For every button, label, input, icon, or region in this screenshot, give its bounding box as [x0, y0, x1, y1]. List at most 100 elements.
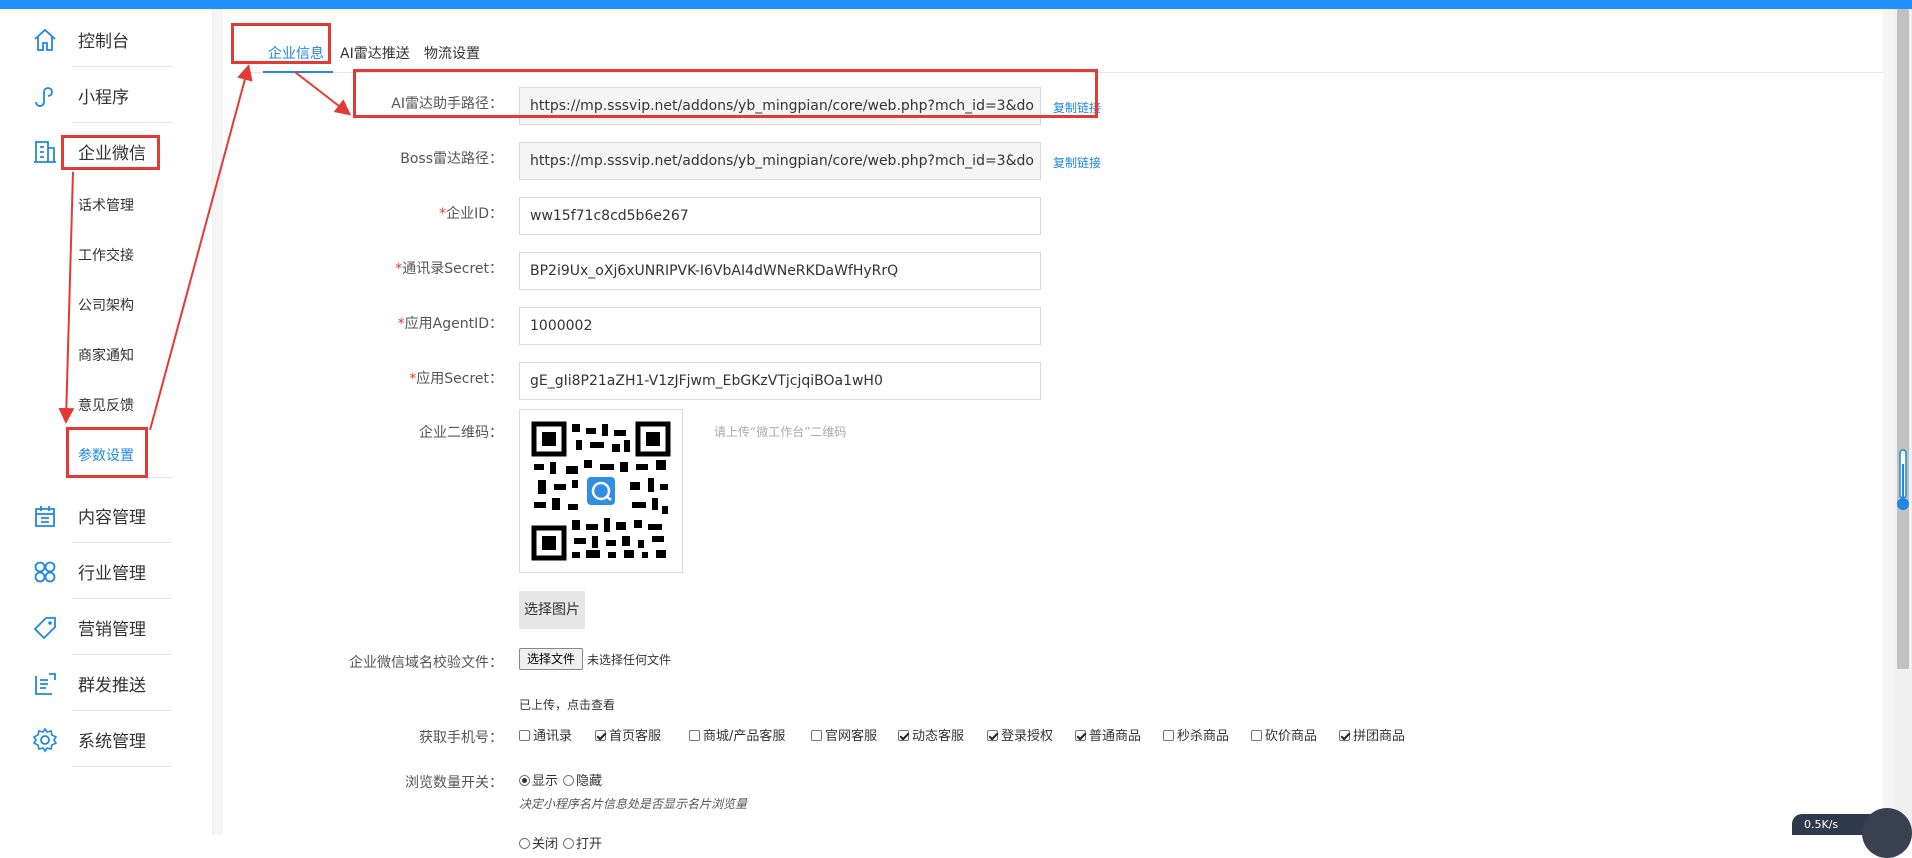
- sidebar-item-label: 小程序: [78, 88, 129, 108]
- main-area: 企业信息 AI雷达推送 物流设置 AI雷达助手路径： https://mp.ss…: [212, 9, 1912, 852]
- active-tab-indicator: [263, 71, 333, 73]
- radio-button[interactable]: [519, 838, 530, 849]
- checkbox-label: 砍价商品: [1265, 729, 1318, 744]
- sidebar-item-content[interactable]: 内容管理: [0, 487, 212, 543]
- sidebar-item-system[interactable]: 系统管理: [0, 711, 212, 767]
- checkbox-bargain[interactable]: 砍价商品: [1251, 725, 1318, 744]
- radio-show[interactable]: 显示: [519, 770, 558, 789]
- boss-radar-path-field[interactable]: https://mp.sssvip.net/addons/yb_mingpian…: [519, 142, 1041, 180]
- checkbox-label: 通讯录: [533, 729, 573, 744]
- required-mark: *: [397, 316, 405, 332]
- home-icon: [34, 28, 56, 51]
- tab-logistics[interactable]: 物流设置: [424, 43, 480, 63]
- checkbox[interactable]: [987, 730, 998, 741]
- tab-bar: 企业信息 AI雷达推送 物流设置: [243, 33, 1883, 73]
- ai-radar-path-field[interactable]: https://mp.sssvip.net/addons/yb_mingpian…: [519, 87, 1041, 125]
- corp-id-input[interactable]: ww15f71c8cd5b6e267: [519, 197, 1041, 235]
- sub-item-handover[interactable]: 工作交接: [78, 245, 178, 275]
- checkbox[interactable]: [1075, 730, 1086, 741]
- radio-on[interactable]: 打开: [563, 833, 602, 852]
- checkbox-login-auth[interactable]: 登录授权: [987, 725, 1054, 744]
- scrollbar-thumb[interactable]: [1897, 9, 1909, 669]
- sidebar-item-label: 群发推送: [78, 676, 146, 696]
- checkbox-label: 首页客服: [609, 729, 662, 744]
- sidebar-item-label: 系统管理: [78, 732, 146, 752]
- checkbox-label: 拼团商品: [1353, 729, 1406, 744]
- radio-button[interactable]: [563, 838, 574, 849]
- checkbox[interactable]: [689, 730, 700, 741]
- app-secret-input[interactable]: gE_gIi8P21aZH1-V1zJFjwm_EbGKzVTjcjqiBOa1…: [519, 362, 1041, 400]
- checkbox-label: 秒杀商品: [1177, 729, 1230, 744]
- sidebar-item-dashboard[interactable]: 控制台: [0, 11, 212, 67]
- contacts-secret-input[interactable]: BP2i9Ux_oXj6xUNRIPVK-I6VbAI4dWNeRKDaWfHy…: [519, 252, 1041, 290]
- checkbox[interactable]: [519, 730, 530, 741]
- checkbox-normal-goods[interactable]: 普通商品: [1075, 725, 1141, 744]
- sidebar-item-label: 控制台: [78, 32, 129, 52]
- radio-button[interactable]: [519, 775, 530, 786]
- corp-id-label-text: 企业ID：: [446, 206, 503, 222]
- sub-item-settings[interactable]: 参数设置: [78, 445, 178, 475]
- sub-item-scripts[interactable]: 话术管理: [78, 195, 178, 225]
- content-panel: 企业信息 AI雷达推送 物流设置 AI雷达助手路径： https://mp.ss…: [223, 9, 1883, 852]
- tab-ai-radar[interactable]: AI雷达推送: [340, 43, 410, 63]
- radio-button[interactable]: [563, 775, 574, 786]
- select-image-button[interactable]: 选择图片: [519, 591, 585, 629]
- agent-id-label: *应用AgentID：: [253, 313, 503, 333]
- checkbox[interactable]: [1163, 730, 1174, 741]
- sidebar-item-mini-program[interactable]: 小程序: [0, 67, 212, 123]
- view-count-label: 浏览数量开关：: [405, 775, 503, 791]
- radio-label: 关闭: [532, 837, 559, 852]
- copy-ai-radar-link[interactable]: 复制链接: [1053, 99, 1101, 116]
- top-bar: [0, 0, 1912, 9]
- network-speed-widget: 0.5K/s: [1792, 808, 1912, 858]
- sub-item-org[interactable]: 公司架构: [78, 295, 178, 325]
- sidebar-item-label: 内容管理: [78, 508, 146, 528]
- radio-off[interactable]: 关闭: [519, 833, 559, 852]
- gear-icon: [32, 727, 58, 753]
- sidebar-item-label: 营销管理: [78, 620, 146, 640]
- checkbox[interactable]: [595, 730, 606, 741]
- contacts-secret-label: *通讯录Secret：: [253, 258, 503, 278]
- sidebar-item-label: 企业微信: [78, 144, 146, 164]
- checkbox-contacts[interactable]: 通讯录: [519, 725, 573, 744]
- divider: [72, 477, 172, 478]
- building-icon: [34, 141, 56, 163]
- checkbox-label: 登录授权: [1001, 729, 1054, 744]
- checkbox-feed-service[interactable]: 动态客服: [898, 725, 965, 744]
- ai-radar-path-label: AI雷达助手路径：: [391, 96, 503, 112]
- sub-item-feedback[interactable]: 意见反馈: [78, 395, 178, 425]
- radio-label: 隐藏: [576, 774, 603, 789]
- speed-ball: [1862, 808, 1912, 858]
- radio-hide[interactable]: 隐藏: [563, 770, 603, 789]
- checkbox[interactable]: [811, 730, 822, 741]
- checkbox-site-service[interactable]: 官网客服: [811, 725, 877, 744]
- checkbox-flash-sale[interactable]: 秒杀商品: [1163, 725, 1230, 744]
- agent-id-input[interactable]: 1000002: [519, 307, 1041, 345]
- tab-company-info[interactable]: 企业信息: [268, 43, 324, 63]
- checkbox-label: 商城/产品客服: [703, 729, 786, 744]
- sidebar-item-marketing[interactable]: 营销管理: [0, 599, 212, 655]
- sidebar-item-label: 行业管理: [78, 564, 146, 584]
- checkbox-home-service[interactable]: 首页客服: [595, 725, 662, 744]
- calendar-icon: [35, 506, 55, 527]
- sub-item-notice[interactable]: 商家通知: [78, 345, 178, 375]
- contacts-secret-label-text: 通讯录Secret：: [402, 261, 503, 277]
- checkbox-label: 动态客服: [912, 729, 965, 744]
- sidebar-item-broadcast[interactable]: 群发推送: [0, 655, 212, 711]
- checkbox[interactable]: [898, 730, 909, 741]
- checkbox[interactable]: [1251, 730, 1262, 741]
- mini-program-icon: [35, 87, 53, 107]
- checkbox-group-buy[interactable]: 拼团商品: [1339, 725, 1406, 744]
- sidebar-item-industry[interactable]: 行业管理: [0, 543, 212, 599]
- choose-file-button[interactable]: 选择文件: [519, 648, 583, 670]
- copy-boss-radar-link[interactable]: 复制链接: [1053, 154, 1101, 171]
- agent-id-label-text: 应用AgentID：: [404, 316, 503, 332]
- page-scrollbar[interactable]: [1894, 9, 1912, 835]
- checkbox[interactable]: [1339, 730, 1350, 741]
- uploaded-view-link[interactable]: 已上传，点击查看: [519, 696, 615, 713]
- qr-code-hint: 请上传“微工作台”二维码: [714, 425, 847, 439]
- speed-text: 0.5K/s: [1804, 818, 1839, 831]
- sidebar-item-wecom[interactable]: 企业微信: [0, 123, 212, 179]
- sidebar: 控制台 小程序 企业微信 话术管理 工作交接 公司架构 商家通知 意见反馈 参数…: [0, 9, 212, 835]
- checkbox-mall-service[interactable]: 商城/产品客服: [689, 725, 786, 744]
